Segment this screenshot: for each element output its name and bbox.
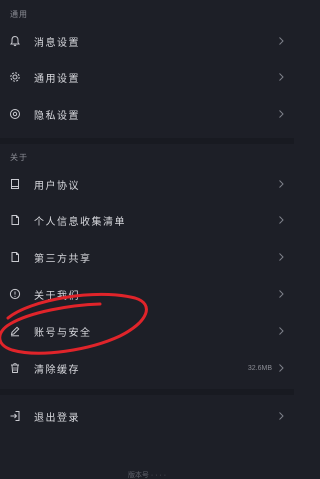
cache-size-value: 32.6MB: [247, 364, 272, 372]
row-label: 用户协议: [34, 180, 80, 192]
gear-icon: [9, 71, 21, 83]
row-message-settings[interactable]: 消息设置: [0, 24, 294, 58]
chevron-right-icon: [279, 216, 284, 224]
info-circle-icon: [9, 288, 21, 300]
chevron-right-icon: [279, 364, 284, 372]
document-icon: [9, 214, 21, 226]
row-general-settings[interactable]: 通用设置: [0, 60, 294, 94]
chevron-right-icon: [279, 110, 284, 118]
chevron-right-icon: [279, 253, 284, 261]
row-profile-manage[interactable]: 账号与安全: [0, 314, 294, 348]
book-icon: [9, 178, 21, 190]
row-third-party-sharing[interactable]: 第三方共享: [0, 240, 294, 274]
bell-icon: [9, 35, 21, 47]
row-label: 消息设置: [34, 37, 80, 49]
chevron-right-icon: [279, 37, 284, 45]
logout-icon: [9, 410, 21, 422]
settings-circle-icon: [9, 108, 21, 120]
row-label: 通用设置: [34, 73, 80, 85]
version-footer: 版本号 · · · ·: [127, 472, 167, 479]
section-divider: [0, 138, 294, 144]
row-label: 关于我们: [34, 290, 80, 302]
chevron-right-icon: [279, 412, 284, 420]
row-user-agreement[interactable]: 用户协议: [0, 167, 294, 201]
row-label: 第三方共享: [34, 253, 92, 265]
row-label: 清除缓存: [34, 364, 80, 376]
chevron-right-icon: [279, 73, 284, 81]
row-label: 账号与安全: [34, 327, 92, 339]
chevron-right-icon: [279, 180, 284, 188]
row-label: 个人信息收集清单: [34, 216, 126, 228]
pencil-icon: [9, 325, 21, 337]
row-label: 退出登录: [34, 412, 80, 424]
row-personal-info-list[interactable]: 个人信息收集清单: [0, 203, 294, 237]
row-privacy-settings[interactable]: 隐私设置: [0, 97, 294, 131]
row-about-us[interactable]: 关于我们: [0, 277, 294, 311]
section-header-about: 关于: [10, 153, 28, 162]
settings-page: 通用 消息设置 通用设置 隐私设置 关于 用户协议 个人信息收集清单 第三方共享…: [0, 0, 294, 479]
section-divider: [0, 389, 294, 395]
row-clear-cache[interactable]: 清除缓存 32.6MB: [0, 351, 294, 385]
row-label: 隐私设置: [34, 110, 80, 122]
section-header-general: 通用: [10, 10, 28, 19]
document-icon: [9, 251, 21, 263]
chevron-right-icon: [279, 290, 284, 298]
trash-icon: [9, 362, 21, 374]
chevron-right-icon: [279, 327, 284, 335]
row-logout[interactable]: 退出登录: [0, 399, 294, 433]
